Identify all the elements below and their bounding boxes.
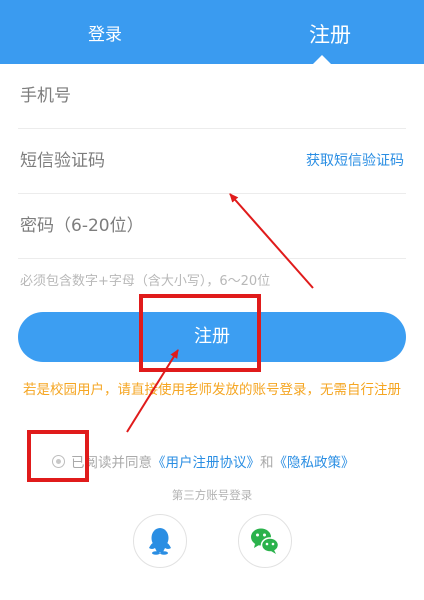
annotation-arrows: [126, 193, 314, 433]
arrow-to-register-button: [126, 349, 179, 433]
arrow-to-sms-field: [229, 193, 314, 289]
